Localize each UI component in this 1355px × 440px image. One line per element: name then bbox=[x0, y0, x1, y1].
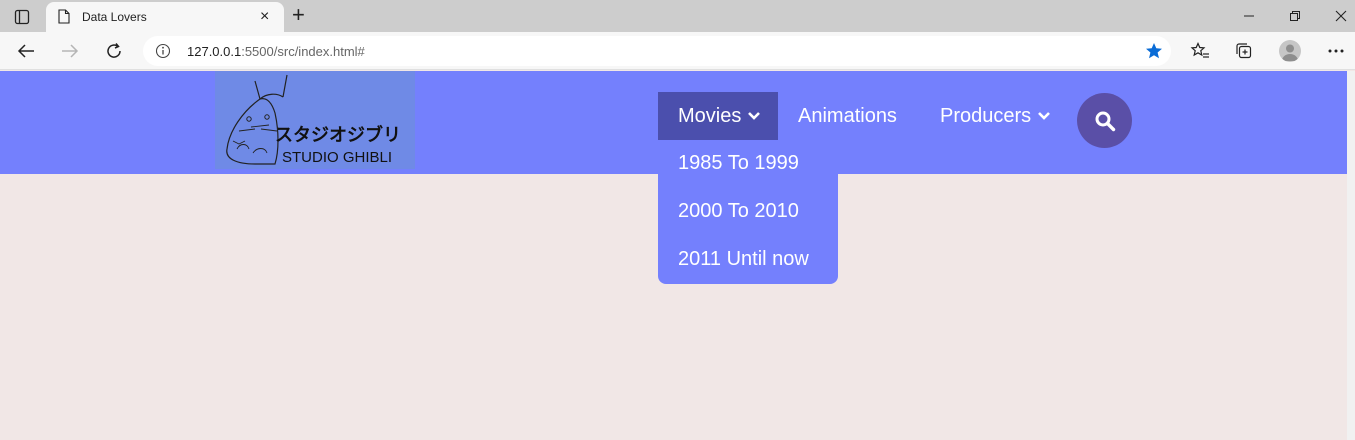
favorites-list-icon bbox=[1190, 42, 1209, 58]
logo-jp-text: スタジオジブリ bbox=[275, 124, 401, 146]
logo-en-text: STUDIO GHIBLI bbox=[282, 149, 392, 166]
person-icon bbox=[1282, 44, 1298, 61]
search-button[interactable] bbox=[1077, 93, 1132, 148]
dropdown-item-1985-1999[interactable]: 1985 To 1999 bbox=[678, 152, 799, 175]
close-tab-icon[interactable]: × bbox=[260, 9, 269, 25]
nav-animations-label: Animations bbox=[798, 104, 897, 127]
collections-icon bbox=[1236, 43, 1252, 59]
restore-button[interactable] bbox=[1283, 6, 1307, 26]
arrow-left-icon bbox=[17, 44, 34, 58]
nav-animations[interactable]: Animations bbox=[778, 92, 917, 140]
tab-title: Data Lovers bbox=[82, 10, 147, 24]
minimize-button[interactable] bbox=[1237, 6, 1261, 26]
dropdown-item-2000-2010[interactable]: 2000 To 2010 bbox=[678, 200, 799, 223]
restore-icon bbox=[1290, 11, 1300, 21]
more-icon bbox=[1328, 49, 1344, 53]
collections-button[interactable] bbox=[1232, 40, 1256, 62]
page-scrollbar[interactable] bbox=[1347, 71, 1355, 440]
refresh-button[interactable] bbox=[102, 40, 126, 62]
address-bar[interactable]: 127.0.0.1:5500/src/index.html# bbox=[143, 36, 1171, 66]
new-tab-icon[interactable]: + bbox=[292, 4, 305, 26]
close-icon bbox=[1335, 10, 1347, 22]
dropdown-item-2011-now[interactable]: 2011 Until now bbox=[678, 248, 809, 271]
studio-ghibli-logo[interactable]: スタジオジブリ STUDIO GHIBLI bbox=[215, 71, 415, 169]
more-options-button[interactable] bbox=[1324, 40, 1348, 62]
tab-actions-icon bbox=[14, 9, 30, 25]
refresh-icon bbox=[107, 43, 121, 58]
browser-tab[interactable]: Data Lovers × bbox=[46, 2, 284, 32]
browser-tab-bar: Data Lovers × + bbox=[0, 0, 1355, 32]
url-path: :5500/src/index.html# bbox=[241, 44, 365, 59]
chevron-down-icon bbox=[1037, 111, 1051, 121]
movies-dropdown-menu: 1985 To 1999 2000 To 2010 2011 Until now bbox=[658, 140, 838, 284]
nav-movies-label: Movies bbox=[678, 104, 742, 127]
chevron-down-icon bbox=[747, 111, 761, 121]
page-icon bbox=[58, 9, 70, 29]
favorites-button[interactable] bbox=[1188, 40, 1212, 62]
close-window-button[interactable] bbox=[1329, 6, 1353, 26]
minimize-icon bbox=[1244, 15, 1254, 17]
nav-producers[interactable]: Producers bbox=[920, 92, 1071, 140]
nav-producers-label: Producers bbox=[940, 104, 1032, 127]
forward-button[interactable] bbox=[58, 40, 82, 62]
tab-actions-button[interactable] bbox=[8, 6, 36, 28]
arrow-right-icon bbox=[62, 44, 79, 58]
url-text: 127.0.0.1:5500/src/index.html# bbox=[187, 44, 365, 59]
profile-avatar[interactable] bbox=[1279, 40, 1301, 62]
browser-toolbar: 127.0.0.1:5500/src/index.html# bbox=[0, 32, 1355, 70]
nav-movies[interactable]: Movies bbox=[658, 92, 778, 140]
info-icon[interactable] bbox=[155, 43, 171, 64]
favorite-star-icon[interactable] bbox=[1145, 42, 1163, 65]
back-button[interactable] bbox=[14, 40, 38, 62]
url-host: 127.0.0.1 bbox=[187, 44, 242, 59]
search-icon bbox=[1095, 111, 1115, 131]
